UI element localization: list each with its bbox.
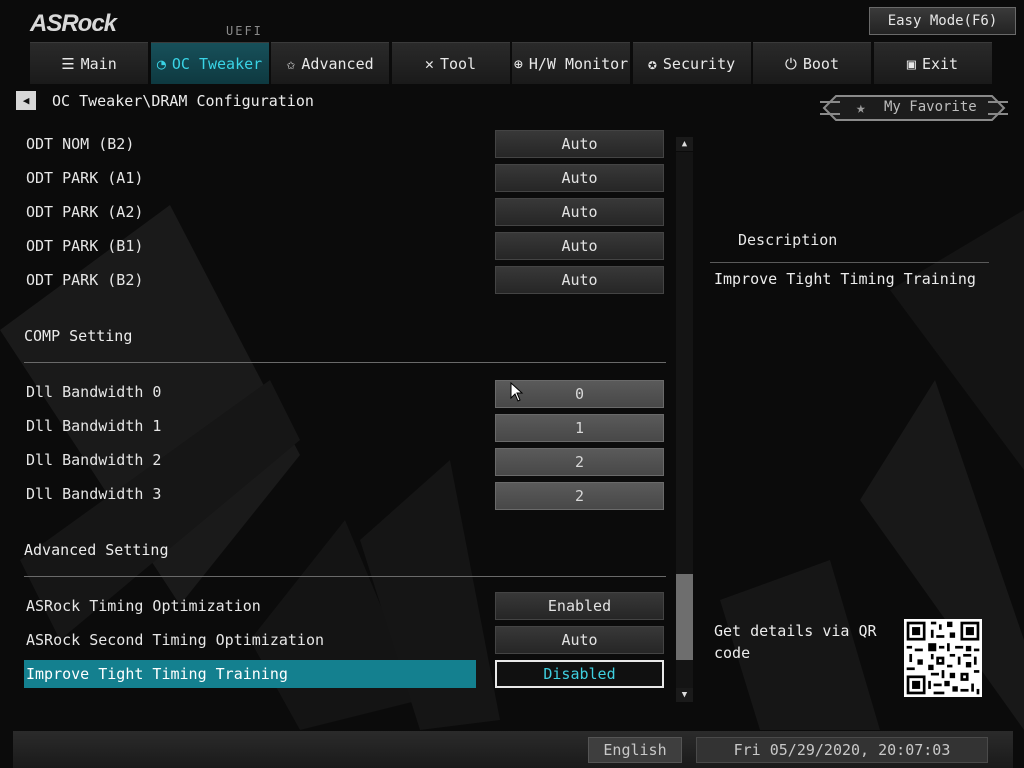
scroll-up-arrow-icon[interactable]: ▲ bbox=[676, 137, 693, 151]
tab-label: Main bbox=[80, 54, 117, 73]
setting-label: ODT NOM (B2) bbox=[26, 135, 135, 153]
description-title: Description bbox=[738, 231, 838, 249]
tab-oc-tweaker[interactable]: ◔ OC Tweaker bbox=[150, 42, 269, 84]
setting-value-input[interactable]: 1 bbox=[495, 414, 664, 442]
back-button[interactable]: ◀ bbox=[16, 91, 36, 110]
setting-value-dropdown[interactable]: Enabled bbox=[495, 592, 664, 620]
main-tab-bar: ☰ Main ◔ OC Tweaker ✩ Advanced ✕ Tool ⊕ … bbox=[30, 42, 994, 84]
list-icon: ☰ bbox=[61, 54, 75, 73]
setting-label: ODT PARK (B1) bbox=[26, 237, 144, 255]
setting-value-input[interactable]: 2 bbox=[495, 482, 664, 510]
tab-hw-monitor[interactable]: ⊕ H/W Monitor bbox=[512, 42, 630, 84]
tab-label: Tool bbox=[439, 54, 477, 73]
setting-value-dropdown[interactable]: Auto bbox=[495, 232, 664, 260]
qr-help-text: Get details via QR code bbox=[714, 622, 877, 662]
tab-advanced[interactable]: ✩ Advanced bbox=[271, 42, 389, 84]
setting-label: Dll Bandwidth 1 bbox=[26, 417, 162, 435]
tab-label: H/W Monitor bbox=[528, 54, 629, 73]
setting-label: ASRock Timing Optimization bbox=[26, 597, 261, 615]
my-favorite-button[interactable]: ★ My Favorite bbox=[820, 92, 1008, 124]
setting-label: Dll Bandwidth 3 bbox=[26, 485, 162, 503]
tab-label: Advanced bbox=[301, 54, 374, 73]
shield-icon: ✪ bbox=[647, 54, 657, 73]
date-time-display: Fri 05/29/2020, 20:07:03 bbox=[696, 737, 988, 763]
tab-exit[interactable]: ▣ Exit bbox=[873, 42, 992, 84]
favorite-label: My Favorite bbox=[884, 99, 977, 115]
power-icon: ⏻ bbox=[785, 54, 797, 73]
setting-label: Dll Bandwidth 0 bbox=[26, 383, 162, 401]
setting-value-dropdown[interactable]: Auto bbox=[495, 164, 664, 192]
scroll-down-arrow-icon[interactable]: ▼ bbox=[676, 688, 693, 702]
language-button[interactable]: English bbox=[588, 737, 682, 763]
tab-label: Exit bbox=[921, 54, 959, 73]
tab-tool[interactable]: ✕ Tool bbox=[391, 42, 510, 84]
breadcrumb: OC Tweaker\DRAM Configuration bbox=[52, 92, 314, 110]
setting-label: ASRock Second Timing Optimization bbox=[26, 631, 325, 649]
section-divider bbox=[24, 576, 666, 577]
uefi-label: UEFI bbox=[226, 24, 263, 38]
setting-value-dropdown[interactable]: Auto bbox=[495, 266, 664, 294]
selected-setting-row[interactable]: Improve Tight Timing Training bbox=[24, 660, 476, 688]
asrock-logo: ASRock bbox=[30, 10, 117, 37]
tab-boot[interactable]: ⏻ Boot bbox=[753, 42, 871, 84]
tools-icon: ✕ bbox=[424, 54, 434, 73]
setting-label: ODT PARK (B2) bbox=[26, 271, 144, 289]
tab-label: Security bbox=[662, 54, 736, 73]
tab-security[interactable]: ✪ Security bbox=[632, 42, 751, 84]
selected-setting-value-dropdown[interactable]: Disabled bbox=[495, 660, 664, 688]
tab-label: Boot bbox=[802, 54, 839, 73]
globe-icon: ⊕ bbox=[513, 54, 523, 73]
scrollbar-thumb[interactable] bbox=[676, 574, 693, 660]
easy-mode-button[interactable]: Easy Mode(F6) bbox=[869, 7, 1016, 35]
section-heading-comp: COMP Setting bbox=[24, 327, 133, 345]
setting-label: Dll Bandwidth 2 bbox=[26, 451, 162, 469]
back-arrow-icon: ◀ bbox=[22, 94, 30, 107]
section-heading-advanced: Advanced Setting bbox=[24, 541, 169, 559]
setting-value-input[interactable]: 2 bbox=[495, 448, 664, 476]
setting-label: ODT PARK (A1) bbox=[26, 169, 144, 187]
setting-label: Improve Tight Timing Training bbox=[26, 665, 288, 683]
setting-value-dropdown[interactable]: Auto bbox=[495, 198, 664, 226]
setting-value-dropdown[interactable]: Auto bbox=[495, 130, 664, 158]
description-text: Improve Tight Timing Training bbox=[714, 270, 976, 288]
speedometer-icon: ◔ bbox=[156, 54, 166, 73]
section-divider bbox=[24, 362, 666, 363]
star-outline-icon: ✩ bbox=[286, 54, 296, 73]
star-icon: ★ bbox=[856, 98, 866, 117]
qr-code-image bbox=[904, 619, 982, 697]
tab-main[interactable]: ☰ Main bbox=[30, 42, 148, 84]
setting-label: ODT PARK (A2) bbox=[26, 203, 144, 221]
tab-label: OC Tweaker bbox=[171, 54, 263, 73]
mouse-cursor-icon bbox=[510, 382, 524, 402]
description-divider bbox=[710, 262, 989, 263]
setting-value-dropdown[interactable]: Auto bbox=[495, 626, 664, 654]
exit-door-icon: ▣ bbox=[906, 54, 916, 73]
